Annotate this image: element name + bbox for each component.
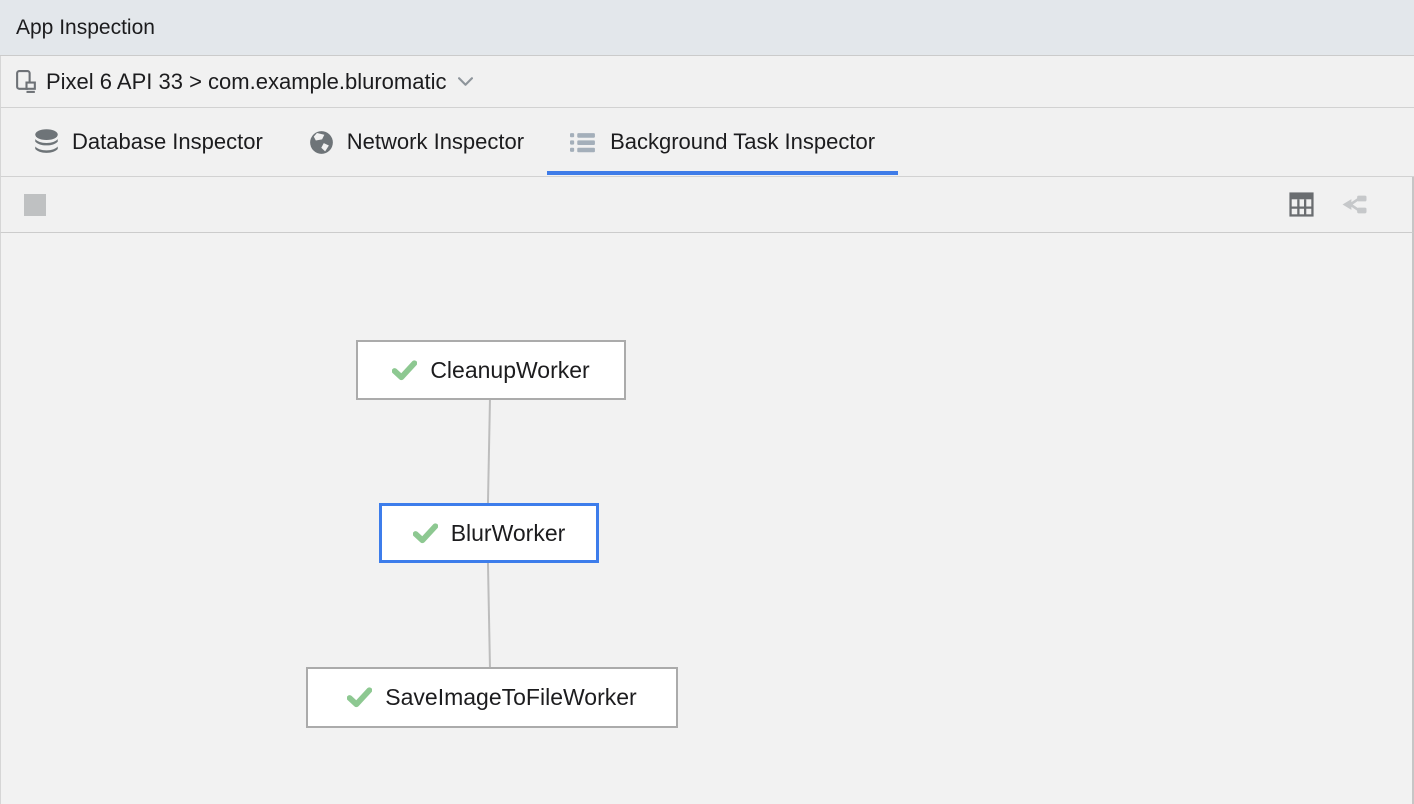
- worker-node-label: CleanupWorker: [430, 357, 589, 384]
- worker-graph-canvas[interactable]: CleanupWorker BlurWorker SaveImageToFile…: [0, 233, 1414, 804]
- worker-node-label: SaveImageToFileWorker: [385, 684, 636, 711]
- device-process-selector[interactable]: Pixel 6 API 33 > com.example.bluromatic: [0, 56, 1414, 108]
- inspector-tabbar: Database Inspector Network Inspector: [0, 108, 1414, 177]
- check-icon: [413, 523, 438, 544]
- table-view-button[interactable]: [1289, 192, 1314, 217]
- app-inspection-window: App Inspection Pixel 6 API 33 > com.exam…: [0, 0, 1414, 804]
- inspector-toolbar: [0, 177, 1414, 233]
- check-icon: [392, 360, 417, 381]
- globe-icon: [309, 130, 334, 155]
- tab-database-inspector[interactable]: Database Inspector: [11, 108, 286, 176]
- worker-node-blurworker[interactable]: BlurWorker: [379, 503, 599, 563]
- panel-header: App Inspection: [0, 0, 1414, 56]
- tab-network-inspector[interactable]: Network Inspector: [286, 108, 547, 176]
- tab-label: Network Inspector: [347, 129, 524, 155]
- table-view-icon: [1289, 192, 1314, 217]
- devices-icon: [15, 69, 38, 94]
- worker-node-label: BlurWorker: [451, 520, 566, 547]
- chevron-down-icon: [458, 77, 473, 86]
- device-process-label: Pixel 6 API 33 > com.example.bluromatic: [46, 69, 446, 95]
- worker-node-saveimagetofileworker[interactable]: SaveImageToFileWorker: [306, 667, 678, 728]
- database-icon: [34, 129, 59, 156]
- tab-label: Database Inspector: [72, 129, 263, 155]
- stop-inspector-button[interactable]: [24, 194, 46, 216]
- edge-cleanup-to-blur: [488, 400, 490, 503]
- edge-blur-to-save: [488, 563, 490, 667]
- worker-node-cleanupworker[interactable]: CleanupWorker: [356, 340, 626, 400]
- tab-label: Background Task Inspector: [610, 129, 875, 155]
- tab-background-task-inspector[interactable]: Background Task Inspector: [547, 108, 898, 176]
- task-list-icon: [570, 131, 597, 154]
- worker-graph-edges: [1, 233, 1412, 804]
- stop-icon: [24, 194, 46, 216]
- graph-view-icon: [1340, 192, 1368, 217]
- graph-view-button[interactable]: [1340, 192, 1368, 217]
- panel-title: App Inspection: [16, 16, 155, 40]
- check-icon: [347, 687, 372, 708]
